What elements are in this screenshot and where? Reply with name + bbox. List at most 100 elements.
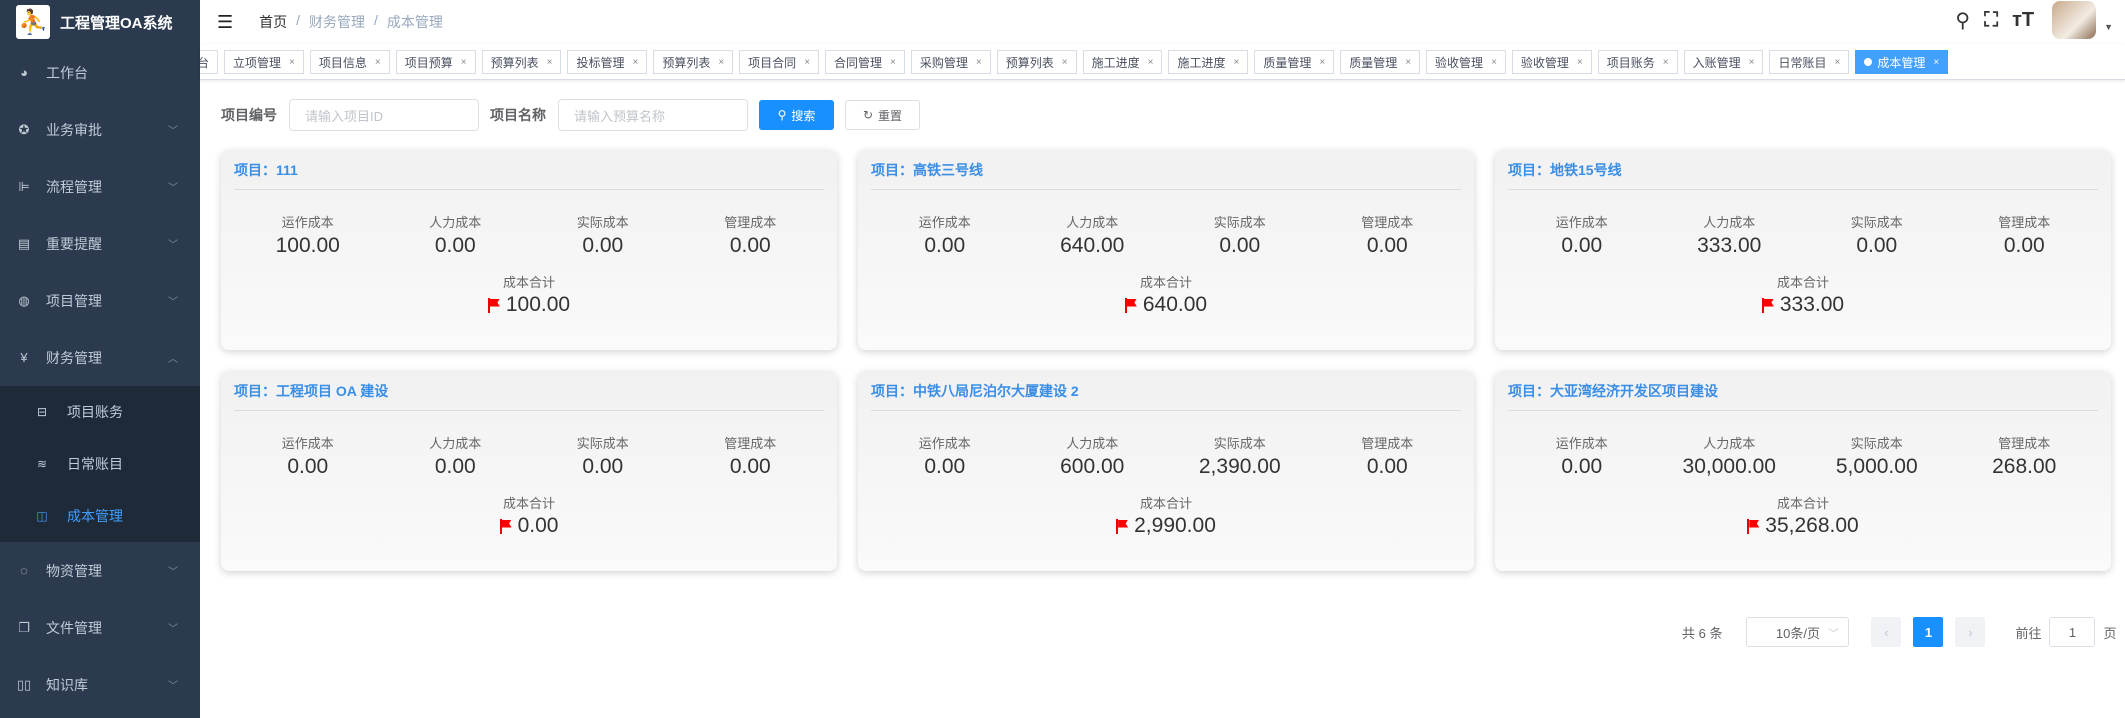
tag-11[interactable]: 施工进度 × xyxy=(1082,50,1163,74)
tag-3[interactable]: 项目预算 × xyxy=(395,50,476,74)
hamburger-icon[interactable]: ☰ xyxy=(217,12,233,33)
cost-total: 成本合计 0.00 xyxy=(234,493,824,538)
total-label: 成本合计 xyxy=(1776,496,1829,511)
next-page-button[interactable]: › xyxy=(1955,617,1986,647)
tag-17[interactable]: 项目账务 × xyxy=(1597,50,1678,74)
stat-op: 运作成本 0.00 xyxy=(871,212,1019,258)
tag-4[interactable]: 预算列表 × xyxy=(481,50,562,74)
close-icon[interactable]: × xyxy=(1835,57,1841,68)
close-icon[interactable]: × xyxy=(1663,57,1669,68)
stat-label: 人力成本 xyxy=(1703,215,1756,230)
prev-page-button[interactable]: ‹ xyxy=(1871,617,1902,647)
cost-card: 项目：地铁15号线 运作成本 0.00 人力成本 333.00 实际成本 0.00 管理成本 0… xyxy=(1495,150,2111,350)
close-icon[interactable]: × xyxy=(289,57,295,68)
close-icon[interactable]: × xyxy=(1749,57,1755,68)
sidebar-item-3[interactable]: ▤ 重要提醒 ﹀ xyxy=(0,215,200,272)
sidebar-item-label: 知识库 xyxy=(46,676,88,693)
logo[interactable]: ⛹ 工程管理OA系统 xyxy=(0,0,200,44)
sidebar-item-1[interactable]: ≋ 日常账目 xyxy=(0,438,200,490)
total-label: 成本合计 xyxy=(1776,275,1829,290)
tag-5[interactable]: 投标管理 × xyxy=(567,50,648,74)
sidebar-item-2[interactable]: ⊫ 流程管理 ﹀ xyxy=(0,158,200,215)
breadcrumb-finance: 财务管理 xyxy=(309,14,366,30)
stat-value: 0.00 xyxy=(582,234,624,257)
stat-label: 管理成本 xyxy=(1998,436,2051,451)
layers-icon: ≋ xyxy=(36,457,48,471)
stat-mgmt: 管理成本 0.00 xyxy=(1951,212,2099,258)
files-icon: ❐ xyxy=(18,619,30,635)
sidebar-item-0[interactable]: ⊟ 项目账务 xyxy=(0,386,200,438)
cost-stats: 运作成本 0.00 人力成本 600.00 实际成本 2,390.00 管理成本 0.00 xyxy=(871,433,1461,479)
stat-label: 运作成本 xyxy=(1555,436,1608,451)
page-1[interactable]: 1 xyxy=(1913,617,1944,647)
fullscreen-icon[interactable]: ⛶ xyxy=(1984,9,1998,32)
close-icon[interactable]: × xyxy=(1577,57,1583,68)
close-icon[interactable]: × xyxy=(718,57,724,68)
project-name-input[interactable]: 请输入预算名称 xyxy=(558,99,748,131)
close-icon[interactable]: × xyxy=(890,57,896,68)
search-button[interactable]: ⚲ 搜索 xyxy=(759,100,834,130)
goto-page-input[interactable]: 1 xyxy=(2049,617,2096,647)
tag-15[interactable]: 验收管理 × xyxy=(1426,50,1506,74)
close-icon[interactable]: × xyxy=(1491,57,1497,68)
tag-10[interactable]: 预算列表 × xyxy=(996,50,1077,74)
tag-7[interactable]: 项目合同 × xyxy=(739,50,820,74)
project-id-label: 项目编号 xyxy=(221,107,277,123)
close-icon[interactable]: × xyxy=(1405,57,1411,68)
sidebar-item-1[interactable]: ✪ 业务审批 ﹀ xyxy=(0,101,200,158)
stat-labor: 人力成本 30,000.00 xyxy=(1656,433,1804,479)
card-title: 项目：大亚湾经济开发区项目建设 xyxy=(1508,371,2098,411)
cost-card: 项目：工程项目 OA 建设 运作成本 0.00 人力成本 0.00 实际成本 0.00 管理成… xyxy=(221,371,837,571)
close-icon[interactable]: × xyxy=(804,57,810,68)
sidebar-item-1[interactable]: ❐ 文件管理 ﹀ xyxy=(0,599,200,656)
tag-18[interactable]: 入账管理 × xyxy=(1683,50,1764,74)
sidebar-item-5[interactable]: ¥ 财务管理 ︿ xyxy=(0,329,200,386)
search-icon: ⚲ xyxy=(777,108,787,122)
reset-button[interactable]: ↻ 重置 xyxy=(845,100,920,130)
close-icon[interactable]: × xyxy=(1933,57,1939,68)
close-icon[interactable]: × xyxy=(547,57,553,68)
tag-9[interactable]: 采购管理 × xyxy=(910,50,991,74)
caret-down-icon[interactable]: ▼ xyxy=(2104,22,2113,32)
close-icon[interactable]: × xyxy=(1148,57,1154,68)
sidebar-item-4[interactable]: ◍ 项目管理 ﹀ xyxy=(0,272,200,329)
close-icon[interactable]: × xyxy=(976,57,982,68)
tag-2[interactable]: 项目信息 × xyxy=(309,50,390,74)
sidebar-item-0[interactable]: ◌ 物资管理 ﹀ xyxy=(0,542,200,599)
tag-0[interactable]: 工作台 xyxy=(200,50,219,74)
font-size-icon[interactable]: ᴛT xyxy=(2012,9,2034,32)
stat-value: 0.00 xyxy=(1856,234,1898,257)
chevron-down-icon: ﹀ xyxy=(168,240,178,251)
book-open-icon: ▯▯ xyxy=(16,676,32,692)
tag-13[interactable]: 质量管理 × xyxy=(1254,50,1335,74)
project-id-input[interactable]: 请输入项目ID xyxy=(289,99,479,131)
stat-actual: 实际成本 5,000.00 xyxy=(1803,433,1951,479)
close-icon[interactable]: × xyxy=(375,57,381,68)
tag-14[interactable]: 质量管理 × xyxy=(1340,50,1421,74)
tag-20[interactable]: 成本管理 × xyxy=(1855,50,1949,74)
total-value-row: 2,990.00 xyxy=(871,514,1461,538)
search-icon[interactable]: ⚲ xyxy=(1955,8,1970,33)
close-icon[interactable]: × xyxy=(1062,57,1068,68)
sidebar-item-label: 成本管理 xyxy=(67,508,123,524)
sidebar-item-2[interactable]: ◫ 成本管理 xyxy=(0,490,200,542)
tag-1[interactable]: 立项管理 × xyxy=(224,50,304,74)
avatar[interactable] xyxy=(2052,1,2097,39)
sidebar-item-0[interactable]: ◕ 工作台 xyxy=(0,44,200,101)
tag-16[interactable]: 验收管理 × xyxy=(1511,50,1592,74)
close-icon[interactable]: × xyxy=(632,57,638,68)
breadcrumb-separator: / xyxy=(374,12,378,28)
sidebar-item-label: 流程管理 xyxy=(46,178,102,195)
tag-label: 日常账目 xyxy=(1778,55,1827,70)
close-icon[interactable]: × xyxy=(461,57,467,68)
stat-value: 0.00 xyxy=(287,455,329,478)
breadcrumb-home[interactable]: 首页 xyxy=(259,12,287,32)
page-size-select[interactable]: 10条/页 ﹀ xyxy=(1746,617,1850,647)
tag-19[interactable]: 日常账目 × xyxy=(1769,50,1850,74)
close-icon[interactable]: × xyxy=(1233,57,1239,68)
tag-8[interactable]: 合同管理 × xyxy=(825,50,905,74)
close-icon[interactable]: × xyxy=(1319,57,1325,68)
tag-12[interactable]: 施工进度 × xyxy=(1168,50,1249,74)
sidebar-item-2[interactable]: ▯▯ 知识库 ﹀ xyxy=(0,656,200,713)
tag-6[interactable]: 预算列表 × xyxy=(653,50,734,74)
